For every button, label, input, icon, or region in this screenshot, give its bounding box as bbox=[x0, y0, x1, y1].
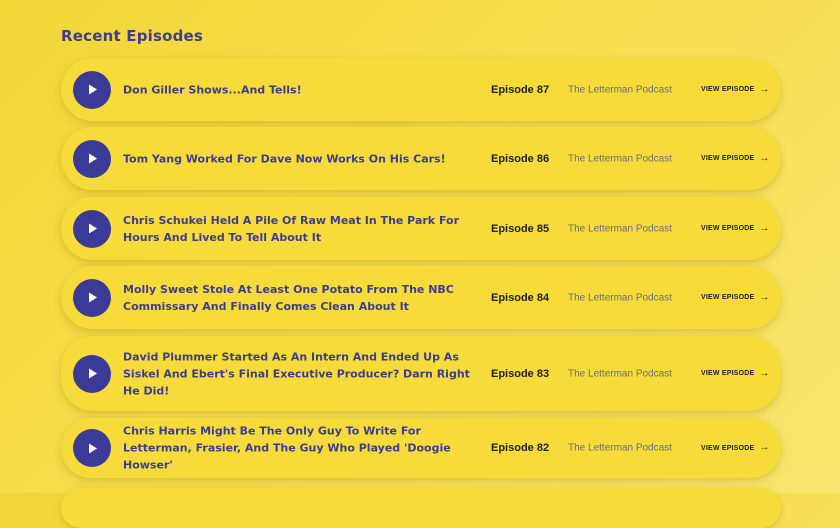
view-episode-label: VIEW EPISODE bbox=[701, 444, 755, 452]
episode-card: Don Giller Shows...And Tells! Episode 87… bbox=[61, 58, 781, 121]
view-episode-link[interactable]: VIEW EPISODE → bbox=[701, 222, 770, 234]
view-episode-label: VIEW EPISODE bbox=[701, 294, 755, 301]
play-icon bbox=[89, 84, 97, 95]
section-title: Recent Episodes bbox=[61, 27, 204, 45]
episode-number: Episode 86 bbox=[491, 152, 550, 165]
episode-title[interactable]: Chris Harris Might Be The Only Guy To Wr… bbox=[123, 423, 489, 474]
podcast-name: The Letterman Podcast bbox=[568, 223, 672, 234]
episode-card: Molly Sweet Stole At Least One Potato Fr… bbox=[61, 266, 781, 329]
episode-title[interactable]: Don Giller Shows...And Tells! bbox=[123, 81, 489, 98]
episode-card: Chris Harris Might Be The Only Guy To Wr… bbox=[61, 418, 781, 478]
view-episode-label: VIEW EPISODE bbox=[701, 370, 755, 377]
play-button[interactable] bbox=[73, 139, 111, 178]
view-episode-link[interactable]: VIEW EPISODE → bbox=[701, 152, 770, 164]
episode-card-partial bbox=[61, 488, 781, 528]
view-episode-link[interactable]: VIEW EPISODE → bbox=[701, 291, 770, 303]
view-episode-link[interactable]: VIEW EPISODE → bbox=[701, 443, 770, 453]
view-episode-label: VIEW EPISODE bbox=[701, 225, 755, 232]
podcast-name: The Letterman Podcast bbox=[568, 153, 672, 164]
arrow-right-icon: → bbox=[759, 152, 770, 164]
episode-card: Chris Schukei Held A Pile Of Raw Meat In… bbox=[61, 197, 781, 260]
episode-title[interactable]: Molly Sweet Stole At Least One Potato Fr… bbox=[123, 281, 489, 315]
episode-number: Episode 87 bbox=[491, 83, 550, 96]
episode-card: Tom Yang Worked For Dave Now Works On Hi… bbox=[61, 127, 781, 190]
play-icon bbox=[89, 153, 97, 164]
episode-number: Episode 83 bbox=[491, 367, 550, 380]
view-episode-link[interactable]: VIEW EPISODE → bbox=[701, 367, 770, 379]
podcast-name: The Letterman Podcast bbox=[568, 292, 672, 303]
view-episode-link[interactable]: VIEW EPISODE → bbox=[701, 83, 770, 95]
podcast-name: The Letterman Podcast bbox=[568, 442, 672, 454]
arrow-right-icon: → bbox=[759, 83, 770, 95]
play-icon bbox=[89, 292, 97, 303]
play-icon bbox=[89, 223, 97, 234]
view-episode-label: VIEW EPISODE bbox=[701, 86, 755, 93]
play-icon bbox=[89, 443, 97, 453]
episode-card: David Plummer Started As An Intern And E… bbox=[61, 336, 781, 411]
play-button[interactable] bbox=[73, 209, 111, 248]
play-button[interactable] bbox=[73, 354, 111, 393]
play-button[interactable] bbox=[73, 278, 111, 317]
view-episode-label: VIEW EPISODE bbox=[701, 155, 755, 162]
play-icon bbox=[89, 368, 97, 379]
episode-number: Episode 85 bbox=[491, 222, 550, 235]
play-button[interactable] bbox=[73, 70, 111, 109]
episode-number: Episode 84 bbox=[491, 291, 550, 304]
arrow-right-icon: → bbox=[759, 367, 770, 379]
podcast-name: The Letterman Podcast bbox=[568, 368, 672, 379]
episode-number: Episode 82 bbox=[491, 442, 550, 454]
episode-title[interactable]: Chris Schukei Held A Pile Of Raw Meat In… bbox=[123, 212, 489, 246]
arrow-right-icon: → bbox=[759, 442, 770, 453]
arrow-right-icon: → bbox=[759, 222, 770, 234]
episode-title[interactable]: Tom Yang Worked For Dave Now Works On Hi… bbox=[123, 150, 489, 167]
play-button[interactable] bbox=[73, 429, 111, 467]
episode-title[interactable]: David Plummer Started As An Intern And E… bbox=[123, 348, 489, 399]
arrow-right-icon: → bbox=[759, 291, 770, 303]
podcast-name: The Letterman Podcast bbox=[568, 84, 672, 95]
